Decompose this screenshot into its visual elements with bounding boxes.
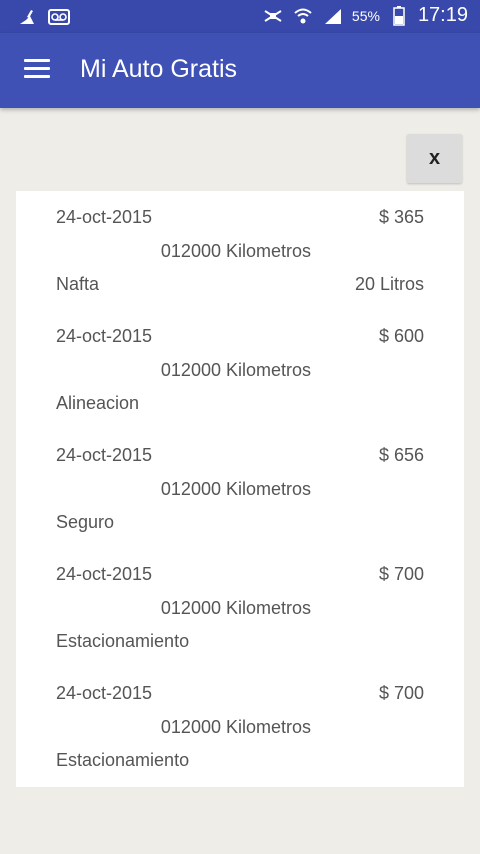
list-item[interactable]: 24-oct-2015 $ 656 012000 Kilometros Segu…	[16, 429, 464, 548]
entry-concept: Estacionamiento	[56, 750, 190, 770]
clock: 17:19	[417, 4, 468, 26]
list-item[interactable]: 24-oct-2015 $ 365 012000 Kilometros Naft…	[16, 191, 464, 310]
entry-concept: Alineacion	[56, 393, 140, 413]
status-bar: 55% 17:19	[0, 0, 480, 33]
entry-date: 24-oct-2015	[56, 564, 153, 584]
entry-amount: $ 365	[378, 207, 424, 227]
entry-date: 24-oct-2015	[56, 326, 153, 346]
entry-amount: $ 600	[378, 326, 424, 346]
entry-date: 24-oct-2015	[56, 683, 153, 703]
entry-kilometers: 012000 Kilometros	[160, 598, 311, 618]
list-item[interactable]: 24-oct-2015 $ 600 012000 Kilometros Alin…	[16, 310, 464, 429]
hamburger-menu-icon[interactable]	[24, 59, 50, 81]
list-item[interactable]: 24-oct-2015 $ 700 012000 Kilometros Esta…	[16, 667, 464, 786]
signal-icon	[322, 5, 344, 27]
app-title: Mi Auto Gratis	[80, 55, 237, 83]
entry-kilometers: 012000 Kilometros	[160, 717, 311, 737]
battery-icon	[388, 5, 410, 27]
battery-percent: 55%	[351, 7, 380, 24]
list-item[interactable]: 24-oct-2015 $ 700 012000 Kilometros Esta…	[16, 548, 464, 667]
entry-date: 24-oct-2015	[56, 445, 153, 465]
wifi-icon	[292, 5, 314, 27]
entry-amount: $ 656	[378, 445, 424, 465]
entry-kilometers: 012000 Kilometros	[160, 241, 311, 261]
entry-amount: $ 700	[378, 683, 424, 703]
entry-concept: Nafta	[56, 274, 100, 294]
status-left	[16, 6, 70, 28]
mute-icon	[262, 5, 284, 27]
entry-kilometers: 012000 Kilometros	[160, 360, 311, 380]
status-right: 55% 17:19	[262, 4, 468, 27]
cleaning-icon	[16, 6, 38, 28]
entry-quantity: 20 Litros	[354, 274, 424, 294]
expense-list: 24-oct-2015 $ 365 012000 Kilometros Naft…	[16, 191, 464, 787]
close-button[interactable]: x	[407, 134, 462, 183]
entry-kilometers: 012000 Kilometros	[160, 479, 311, 499]
entry-date: 24-oct-2015	[56, 207, 153, 227]
entry-amount: $ 700	[378, 564, 424, 584]
app-bar: Mi Auto Gratis	[0, 33, 480, 108]
entry-concept: Estacionamiento	[56, 631, 190, 651]
voicemail-icon	[48, 6, 70, 28]
entry-concept: Seguro	[56, 512, 115, 532]
